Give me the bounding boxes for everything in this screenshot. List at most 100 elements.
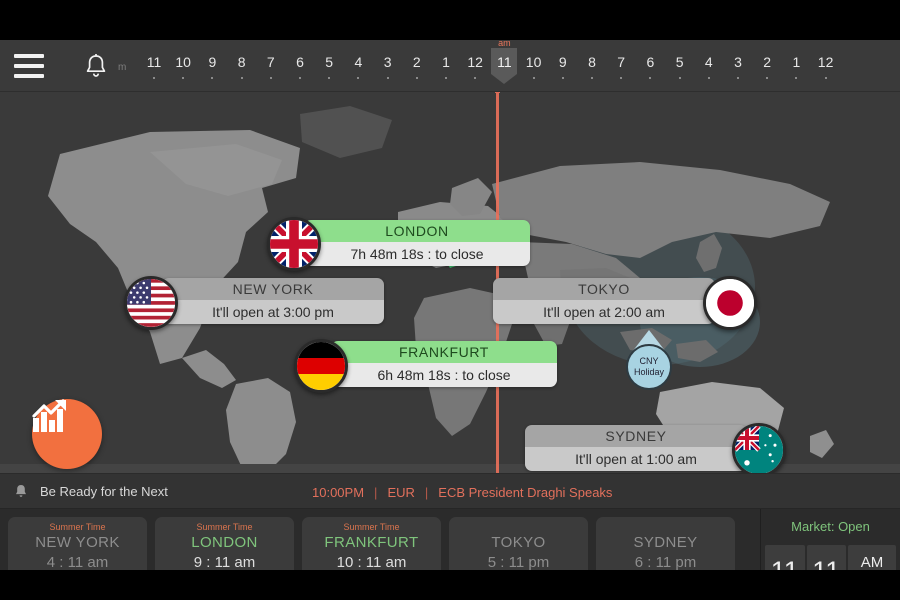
- ruler-tick[interactable]: 4: [696, 54, 722, 79]
- ruler-tick-label: 8: [237, 54, 246, 70]
- ruler-tick[interactable]: 9: [550, 54, 576, 79]
- ruler-tick[interactable]: 8: [229, 54, 255, 79]
- clock-ampm: AM: [860, 554, 884, 571]
- ruler-tick[interactable]: 12: [462, 54, 488, 79]
- ruler-tick[interactable]: 10: [170, 54, 196, 79]
- ruler-tick-label: 9: [558, 54, 567, 70]
- city-local-time: 10 : 11 am: [336, 553, 407, 571]
- market-flag-sydney[interactable]: [732, 423, 786, 473]
- ruler-tick[interactable]: 5: [667, 54, 693, 79]
- market-flag-london[interactable]: [267, 217, 321, 271]
- ruler-tick[interactable]: 3: [725, 54, 751, 79]
- ruler-tick[interactable]: 6: [637, 54, 663, 79]
- cny-holiday-line2: Holiday: [633, 367, 664, 377]
- ruler-tick-dot: [737, 77, 739, 79]
- ruler-tick[interactable]: 5: [316, 54, 342, 79]
- summer-time-label: Summer Time: [196, 521, 253, 532]
- ruler-tick-dot: [795, 77, 798, 79]
- cny-holiday-bubble: CNY Holiday: [626, 344, 672, 390]
- ruler-tick[interactable]: 1: [783, 54, 809, 79]
- market-name-tokyo: TOKYO: [493, 278, 715, 300]
- us-flag-icon: [127, 279, 175, 327]
- ruler-tick[interactable]: 11: [141, 54, 167, 79]
- ticker-separator-2: |: [424, 484, 429, 500]
- ruler-tick[interactable]: 9: [199, 54, 225, 79]
- chart-growth-icon: [32, 399, 66, 432]
- ruler-tick[interactable]: 12: [813, 54, 839, 79]
- ruler-tick-label: 2: [412, 54, 421, 70]
- ruler-tick-label: 2: [763, 54, 772, 70]
- market-bar-tokyo[interactable]: TOKYO It'll open at 2:00 am: [493, 278, 715, 324]
- ruler-tick-label: 8: [588, 54, 596, 70]
- ruler-tick-label: 12: [467, 54, 483, 70]
- ticker-label: Be Ready for the Next: [40, 483, 168, 499]
- market-flag-frankfurt[interactable]: [294, 339, 348, 393]
- ruler-tick-label: 12: [817, 54, 834, 70]
- ruler-tick[interactable]: 7: [258, 54, 284, 79]
- ruler-tick-dot: [824, 77, 827, 79]
- city-card-new-york[interactable]: Summer TimeNEW YORK4 : 11 amMON: [8, 516, 147, 570]
- top-bar: m 11 10 9 8 7 6 5 4 3 2 1 12 am 11 10 9 8 7 6 5 4 3 2 1 12: [0, 40, 900, 92]
- news-ticker-bar[interactable]: Be Ready for the Next 10:00PM | EUR | EC…: [0, 473, 900, 509]
- time-ruler[interactable]: m 11 10 9 8 7 6 5 4 3 2 1 12 am 11 10 9 8 7 6 5 4 3 2 1 12: [118, 40, 900, 92]
- ruler-tick-dot: [561, 77, 564, 79]
- ticker-headline: ECB President Draghi Speaks: [438, 484, 613, 500]
- ruler-tick-label: 11: [497, 54, 512, 70]
- ruler-minute-label: m: [118, 62, 127, 73]
- ruler-tick[interactable]: 1: [433, 54, 459, 79]
- clock-hour: 11: [765, 545, 805, 570]
- city-name: FRANKFURT: [324, 533, 419, 551]
- market-name-sydney: SYDNEY: [525, 425, 747, 447]
- ticker-news-group[interactable]: 10:00PM | EUR | ECB President Draghi Spe…: [312, 474, 612, 510]
- market-bar-london[interactable]: LONDON 7h 48m 18s : to close: [304, 220, 530, 266]
- city-clock-cards: Summer TimeNEW YORK4 : 11 amMONSummer Ti…: [0, 509, 760, 570]
- ruler-tick-label: 6: [646, 54, 655, 70]
- ruler-tick-label: 7: [617, 54, 626, 70]
- market-bar-frankfurt[interactable]: FRANKFURT 6h 48m 18s : to close: [331, 341, 557, 387]
- ruler-tick[interactable]: 4: [345, 54, 371, 79]
- market-bar-sydney[interactable]: SYDNEY It'll open at 1:00 am: [525, 425, 747, 471]
- ruler-tick[interactable]: 6: [287, 54, 313, 79]
- world-map[interactable]: LONDON 7h 48m 18s : to close NEW YORK It…: [0, 92, 900, 473]
- ruler-tick[interactable]: 2: [754, 54, 780, 79]
- ruler-tick-dot: [269, 77, 272, 79]
- hamburger-menu-icon[interactable]: [14, 54, 44, 78]
- letterbox-top: [0, 0, 900, 40]
- market-status-sydney: It'll open at 1:00 am: [525, 447, 747, 471]
- ruler-tick-label: 10: [175, 54, 191, 70]
- ruler-now-ampm: am: [498, 40, 511, 48]
- ruler-tick-dot: [474, 77, 477, 79]
- ruler-tick[interactable]: 10: [521, 54, 547, 79]
- ruler-tick-label: 10: [525, 54, 542, 70]
- city-name: LONDON: [191, 533, 258, 551]
- city-name: NEW YORK: [35, 533, 120, 551]
- ruler-tick-dot: [153, 77, 155, 79]
- city-card-london[interactable]: Summer TimeLONDON9 : 11 amMON: [155, 516, 294, 570]
- ruler-tick-dot: [182, 77, 185, 79]
- market-clock-panel[interactable]: Market: Open 11 11 AM MON: [760, 509, 900, 570]
- city-card-sydney[interactable]: SYDNEY6 : 11 pmMON: [596, 516, 735, 570]
- ruler-tick-label: 5: [325, 54, 334, 70]
- ruler-tick[interactable]: 8: [579, 54, 605, 79]
- ruler-tick[interactable]: 3: [375, 54, 401, 79]
- bell-glyph: [86, 54, 106, 77]
- ruler-tick-dot: [766, 77, 769, 79]
- ruler-tick-dot: [707, 77, 710, 79]
- market-bar-new-york[interactable]: NEW YORK It'll open at 3:00 pm: [162, 278, 384, 324]
- ruler-tick-label: 9: [208, 54, 217, 70]
- city-card-frankfurt[interactable]: Summer TimeFRANKFURT10 : 11 amMON: [302, 516, 441, 571]
- ruler-tick-label: 4: [354, 54, 363, 70]
- city-card-tokyo[interactable]: TOKYO5 : 11 pmMON: [449, 516, 588, 570]
- cny-holiday-badge[interactable]: CNY Holiday: [626, 330, 672, 390]
- market-status-frankfurt: 6h 48m 18s : to close: [331, 363, 557, 387]
- market-flag-new-york[interactable]: [124, 276, 178, 330]
- ruler-tick[interactable]: 7: [608, 54, 634, 79]
- market-flag-tokyo[interactable]: [703, 276, 757, 330]
- ruler-tick-dot: [240, 77, 243, 79]
- ruler-tick[interactable]: 2: [404, 54, 430, 79]
- app-screen: LONDON 7h 48m 18s : to close NEW YORK It…: [0, 40, 900, 570]
- ruler-tick-dot: [357, 77, 360, 79]
- bell-icon[interactable]: [84, 53, 108, 79]
- chart-fab-button[interactable]: [32, 399, 102, 469]
- market-name-new-york: NEW YORK: [162, 278, 384, 300]
